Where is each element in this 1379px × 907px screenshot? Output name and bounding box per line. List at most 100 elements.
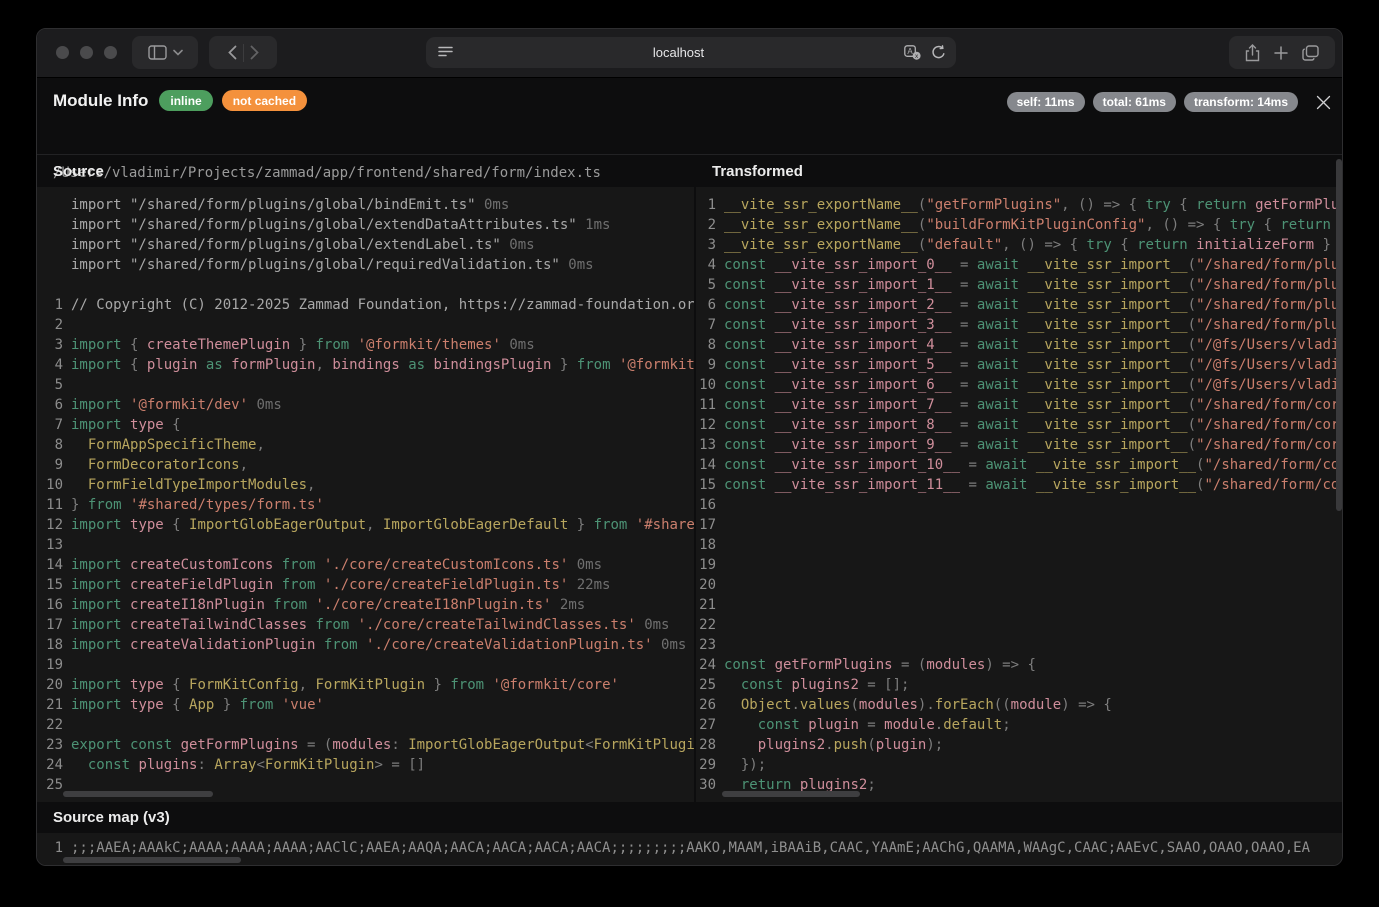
sidebar-toggle-group	[132, 36, 198, 69]
code-line: 19	[696, 555, 1343, 575]
code-line: 28 plugins2.push(plugin);	[696, 735, 1343, 755]
forward-button[interactable]	[250, 45, 259, 60]
code-line: 12const __vite_ssr_import_8__ = await __…	[696, 415, 1343, 435]
code-line: 21import type { App } from 'vue'	[37, 695, 694, 715]
code-line: 11} from '#shared/types/form.ts'	[37, 495, 694, 515]
reload-icon[interactable]	[931, 45, 946, 60]
new-tab-icon[interactable]	[1274, 46, 1288, 60]
line-number: 27	[696, 715, 724, 735]
line-number: 1	[696, 195, 724, 215]
url-text[interactable]: localhost	[453, 45, 904, 60]
chevron-down-icon[interactable]	[173, 49, 183, 56]
nav-divider	[243, 44, 244, 62]
code-line: 22	[696, 615, 1343, 635]
horizontal-scrollbar[interactable]	[63, 791, 213, 797]
code-line: 1// Copyright (C) 2012-2025 Zammad Found…	[37, 295, 694, 315]
code-line: 13	[37, 535, 694, 555]
line-number: 23	[696, 635, 724, 655]
transformed-pane-title: Transformed	[696, 155, 1343, 187]
line-number: 2	[37, 315, 71, 335]
line-number: 19	[37, 655, 71, 675]
line-number: 26	[696, 695, 724, 715]
code-line: 2	[37, 315, 694, 335]
line-number: 5	[696, 275, 724, 295]
code-line: 23	[696, 635, 1343, 655]
line-number: 20	[37, 675, 71, 695]
code-line: 10const __vite_ssr_import_6__ = await __…	[696, 375, 1343, 395]
transformed-code-area[interactable]: 1__vite_ssr_exportName__("getFormPlugins…	[696, 187, 1343, 802]
line-number: 10	[37, 475, 71, 495]
reader-view-icon[interactable]	[438, 46, 453, 59]
code-line: 26 Object.values(modules).forEach((modul…	[696, 695, 1343, 715]
code-line: 15const __vite_ssr_import_11__ = await _…	[696, 475, 1343, 495]
tabs-overview-icon[interactable]	[1302, 45, 1319, 61]
code-line: 24 const plugins: Array<FormKitPlugin> =…	[37, 755, 694, 775]
address-bar[interactable]: localhost A x	[426, 37, 956, 68]
line-number: 7	[696, 315, 724, 335]
line-number: 15	[37, 575, 71, 595]
horizontal-scrollbar[interactable]	[63, 857, 241, 863]
line-number: 3	[37, 335, 71, 355]
line-number: 20	[696, 575, 724, 595]
source-code-area[interactable]: import "/shared/form/plugins/global/bind…	[37, 187, 694, 802]
code-line: 2__vite_ssr_exportName__("buildFormKitPl…	[696, 215, 1343, 235]
line-number: 21	[37, 695, 71, 715]
line-number: 13	[696, 435, 724, 455]
line-number: 22	[37, 715, 71, 735]
window-close-button[interactable]	[56, 46, 69, 59]
line-number: 28	[696, 735, 724, 755]
line-number: 29	[696, 755, 724, 775]
line-number: 2	[696, 215, 724, 235]
browser-titlebar: localhost A x	[37, 29, 1342, 78]
code-line: 12import type { ImportGlobEagerOutput, I…	[37, 515, 694, 535]
code-line	[37, 275, 694, 295]
code-line: 10 FormFieldTypeImportModules,	[37, 475, 694, 495]
code-line: 5	[37, 375, 694, 395]
line-number: 1	[37, 295, 71, 315]
share-icon[interactable]	[1245, 44, 1260, 62]
line-number: 10	[696, 375, 724, 395]
code-line: 27 const plugin = module.default;	[696, 715, 1343, 735]
code-line: 16	[696, 495, 1343, 515]
translate-icon[interactable]: A x	[904, 45, 921, 60]
transform-time-badge: transform: 14ms	[1184, 92, 1298, 112]
line-number: 25	[696, 675, 724, 695]
code-line: 22	[37, 715, 694, 735]
line-number: 23	[37, 735, 71, 755]
line-number: 18	[37, 635, 71, 655]
close-icon[interactable]	[1316, 95, 1331, 110]
line-number: 13	[37, 535, 71, 555]
code-line: 6const __vite_ssr_import_2__ = await __v…	[696, 295, 1343, 315]
line-number: 14	[37, 555, 71, 575]
code-line: 4import { plugin as formPlugin, bindings…	[37, 355, 694, 375]
line-number: 11	[696, 395, 724, 415]
line-number: 6	[37, 395, 71, 415]
browser-window: localhost A x	[36, 28, 1343, 866]
code-line: 6import '@formkit/dev' 0ms	[37, 395, 694, 415]
back-button[interactable]	[228, 45, 237, 60]
navigation-group	[209, 36, 277, 69]
vertical-scrollbar[interactable]	[1336, 159, 1342, 511]
code-line: 1__vite_ssr_exportName__("getFormPlugins…	[696, 195, 1343, 215]
code-line: import "/shared/form/plugins/global/bind…	[37, 195, 694, 215]
code-line: 8const __vite_ssr_import_4__ = await __v…	[696, 335, 1343, 355]
line-number: 19	[696, 555, 724, 575]
code-panes: Source import "/shared/form/plugins/glob…	[37, 154, 1343, 802]
code-line: 19	[37, 655, 694, 675]
window-zoom-button[interactable]	[104, 46, 117, 59]
svg-text:A: A	[907, 47, 913, 56]
line-number: 7	[37, 415, 71, 435]
code-line: 8 FormAppSpecificTheme,	[37, 435, 694, 455]
line-number: 21	[696, 595, 724, 615]
sidebar-icon[interactable]	[148, 45, 167, 60]
line-number: 24	[696, 655, 724, 675]
transformed-pane: Transformed 1__vite_ssr_exportName__("ge…	[696, 155, 1343, 802]
line-number: 8	[696, 335, 724, 355]
code-line: 7const __vite_ssr_import_3__ = await __v…	[696, 315, 1343, 335]
code-line: 17import createTailwindClasses from './c…	[37, 615, 694, 635]
code-line: import "/shared/form/plugins/global/requ…	[37, 255, 694, 275]
line-number: 30	[696, 775, 724, 795]
self-time-badge: self: 11ms	[1007, 92, 1085, 112]
window-minimize-button[interactable]	[80, 46, 93, 59]
horizontal-scrollbar[interactable]	[722, 791, 860, 797]
